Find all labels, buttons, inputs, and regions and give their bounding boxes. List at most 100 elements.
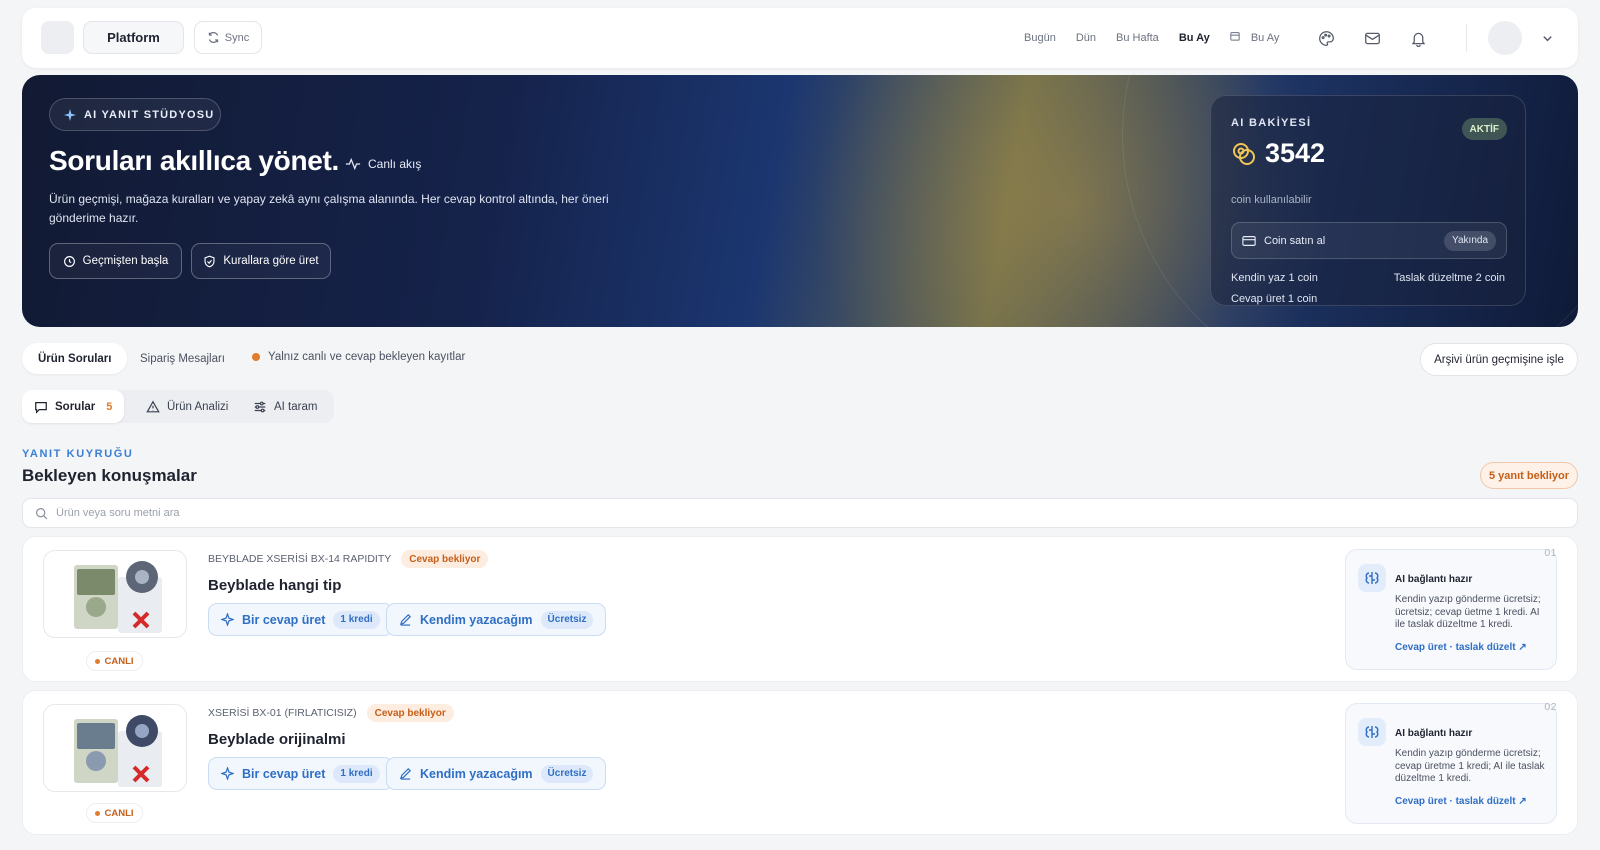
generate-answer-label: Bir cevap üret [242, 612, 326, 627]
sparkle-icon [64, 108, 76, 121]
pencil-icon [399, 768, 411, 780]
balance-label: AI BAKİYESİ [1231, 117, 1312, 129]
section-kicker: YANIT KUYRUĞU [22, 448, 134, 460]
live-dot [95, 658, 101, 664]
subtab-ai-scan[interactable]: AI taram [241, 390, 329, 423]
period-today[interactable]: Bugün [1016, 26, 1064, 50]
free-tag: Ücretsiz [540, 764, 594, 783]
period-selector: Bugün Dün Bu Hafta Bu Ay Bu Ay [1016, 21, 1295, 54]
sub-tabs: Sorular 5 Ürün Analizi AI taram [22, 390, 334, 423]
subtab-analysis-label: Ürün Analizi [167, 400, 229, 413]
avatar[interactable] [1488, 21, 1522, 55]
mail-icon[interactable] [1361, 27, 1383, 49]
status-badge: Cevap bekliyor [366, 704, 454, 722]
logo[interactable] [41, 21, 74, 54]
studio-label: AI YANIT STÜDYOSU [84, 108, 215, 121]
coming-soon-badge: Yakında [1444, 230, 1496, 251]
write-myself-label: Kendim yazacağım [420, 612, 533, 627]
chevron-down-icon[interactable] [1536, 27, 1558, 49]
ai-brain-icon [1358, 564, 1386, 592]
tab-order-messages[interactable]: Sipariş Mesajları [128, 343, 237, 374]
write-myself-button[interactable]: Kendim yazacağım Ücretsiz [386, 603, 607, 636]
credit-cost: 1 kredi [333, 610, 380, 629]
question-card: CANLI BEYBLADE XSERİSİ BX-14 RAPIDITY Ce… [22, 536, 1578, 682]
live-dot [252, 353, 260, 361]
status-badge: AKTİF [1461, 118, 1507, 140]
coins-icon [1233, 142, 1255, 165]
live-filter-label: Yalnız canlı ve cevap bekleyen kayıtlar [268, 351, 466, 363]
generate-answer-label: Bir cevap üret [242, 766, 326, 781]
product-name: XSERİSİ BX-01 (FIRLATICISIZ) [208, 707, 357, 719]
studio-badge: AI YANIT STÜDYOSU [49, 98, 221, 131]
hero-title: Soruları akıllıca yönet. [49, 145, 340, 176]
sync-button[interactable]: Sync [194, 21, 262, 54]
start-from-history-label: Geçmişten başla [82, 255, 169, 267]
subtab-questions-label: Sorular [55, 400, 96, 413]
period-custom[interactable]: Bu Ay [1222, 25, 1296, 50]
question-title: Beyblade orijinalmi [208, 731, 346, 748]
period-yesterday[interactable]: Dün [1068, 26, 1104, 50]
archive-process-button[interactable]: Arşivi ürün geçmişine işle [1420, 343, 1578, 376]
generate-edit-link[interactable]: Cevap üret · taslak düzelt ↗ [1395, 796, 1527, 807]
question-meta: XSERİSİ BX-01 (FIRLATICISIZ) Cevap bekli… [208, 704, 454, 722]
ai-panel-text: Kendin yazıp gönderme ücretsiz; ücretsiz… [1395, 594, 1541, 630]
question-title: Beyblade hangi tip [208, 577, 342, 594]
calendar-icon [1230, 32, 1240, 41]
ai-panel-text: Kendin yazıp gönderme ücretsiz; cevap ür… [1395, 748, 1545, 784]
refresh-icon [208, 32, 218, 43]
history-icon [63, 255, 75, 267]
period-this-week[interactable]: Bu Hafta [1108, 26, 1167, 50]
ai-panel-heading: AI bağlantı hazır [1395, 728, 1473, 739]
live-flow-label: Canlı akış [368, 157, 422, 171]
buy-coin-button[interactable]: Coin satın al Yakında [1231, 222, 1507, 259]
generate-edit-link[interactable]: Cevap üret · taslak düzelt ↗ [1395, 642, 1527, 653]
price-generate: Cevap üret 1 coin [1231, 293, 1318, 305]
price-write-yourself: Kendin yaz 1 coin [1231, 272, 1318, 284]
search-input[interactable] [56, 507, 656, 519]
warning-icon [146, 400, 160, 412]
credit-card-icon [1242, 235, 1256, 246]
ai-brain-icon [1358, 718, 1386, 746]
palette-icon[interactable] [1315, 27, 1337, 49]
activity-icon [345, 157, 361, 171]
generate-answer-button[interactable]: Bir cevap üret 1 kredi [208, 757, 393, 790]
product-thumbnail[interactable] [43, 704, 187, 792]
generate-by-rules-label: Kurallara göre üret [223, 255, 319, 267]
tab-product-questions[interactable]: Ürün Soruları [22, 343, 128, 374]
live-badge: CANLI [86, 651, 143, 671]
chat-icon [35, 401, 47, 414]
product-thumbnail[interactable] [43, 550, 187, 638]
price-draft-edit: Taslak düzeltme 2 coin [1393, 272, 1505, 284]
period-this-month[interactable]: Bu Ay [1171, 26, 1218, 50]
generate-answer-button[interactable]: Bir cevap üret 1 kredi [208, 603, 393, 636]
question-index: 01 [1544, 547, 1557, 559]
sync-label: Sync [224, 31, 250, 44]
bell-icon[interactable] [1407, 27, 1429, 49]
hero-description: Ürün geçmişi, mağaza kuralları ve yapay … [49, 192, 609, 225]
live-badge-label: CANLI [104, 807, 134, 819]
divider [1466, 24, 1467, 52]
live-filter-toggle[interactable]: Yalnız canlı ve cevap bekleyen kayıtlar [252, 351, 465, 363]
free-tag: Ücretsiz [540, 610, 594, 629]
live-badge: CANLI [86, 803, 143, 823]
ai-balance-card: AI BAKİYESİ AKTİF 3542 coin kullanılabil… [1210, 95, 1526, 306]
platform-button[interactable]: Platform [83, 21, 184, 54]
subtab-questions[interactable]: Sorular 5 [22, 390, 125, 423]
subtab-product-analysis[interactable]: Ürün Analizi [134, 390, 240, 423]
search-bar [22, 498, 1578, 528]
sliders-icon [254, 401, 266, 412]
period-custom-label: Bu Ay [1250, 32, 1280, 44]
subtab-ai-scan-label: AI taram [274, 400, 318, 413]
live-dot [95, 810, 101, 816]
pencil-icon [399, 614, 411, 626]
live-flow-indicator: Canlı akış [345, 157, 421, 171]
live-badge-label: CANLI [104, 655, 134, 667]
write-myself-button[interactable]: Kendim yazacağım Ücretsiz [386, 757, 607, 790]
search-icon [36, 507, 48, 519]
generate-by-rules-button[interactable]: Kurallara göre üret [191, 243, 331, 279]
balance-amount: 3542 [1231, 138, 1325, 169]
start-from-history-button[interactable]: Geçmişten başla [49, 243, 182, 279]
write-myself-label: Kendim yazacağım [420, 766, 533, 781]
sparkle-icon [221, 613, 234, 626]
ai-status-panel: AI bağlantı hazır Kendin yazıp gönderme … [1345, 703, 1557, 824]
